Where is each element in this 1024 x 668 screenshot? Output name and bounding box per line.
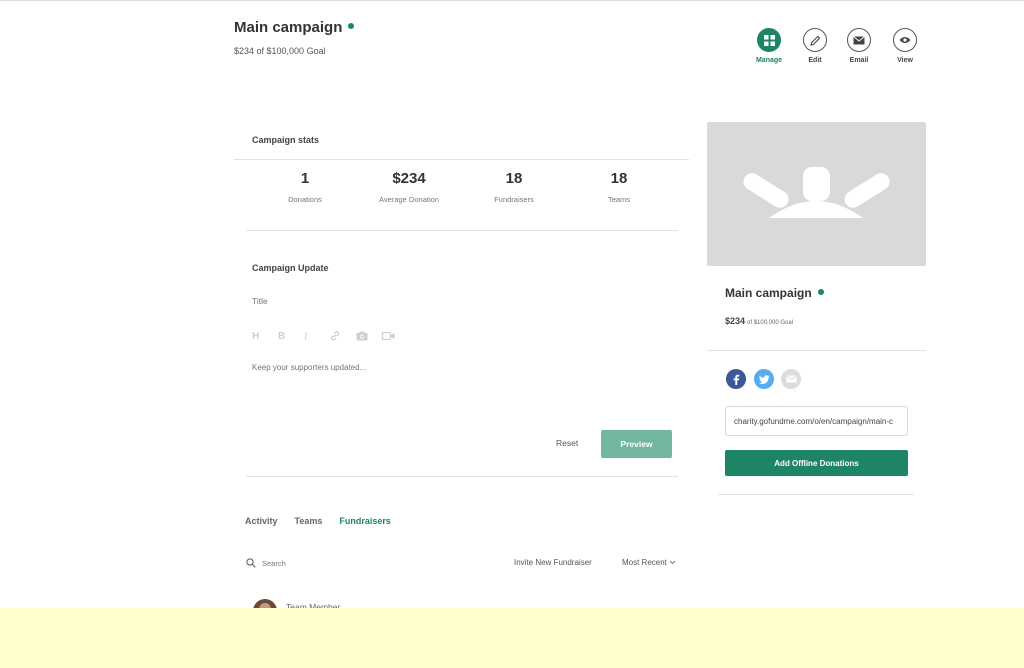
- camera-button[interactable]: [356, 329, 382, 343]
- update-divider: [246, 476, 678, 477]
- stat-teams: 18 Teams: [569, 170, 669, 204]
- campaign-title: Main campaign: [234, 19, 355, 36]
- tab-activity[interactable]: Activity: [245, 516, 278, 526]
- stats-divider-top: [234, 159, 689, 160]
- stat-value: 18: [610, 170, 628, 187]
- share-url-field[interactable]: [725, 406, 908, 436]
- bold-button[interactable]: B: [278, 329, 304, 343]
- edit-circle: [803, 28, 827, 52]
- add-offline-donations-button[interactable]: Add Offline Donations: [725, 450, 908, 476]
- status-dot: [348, 23, 355, 30]
- italic-icon: I: [304, 330, 308, 342]
- view-button[interactable]: View: [882, 28, 928, 64]
- invite-fundraiser-button[interactable]: Invite New Fundraiser: [514, 558, 592, 567]
- preview-button[interactable]: Preview: [601, 430, 672, 458]
- manage-circle: [757, 28, 781, 52]
- manage-button[interactable]: Manage: [746, 28, 792, 64]
- update-heading: Campaign Update: [252, 263, 329, 273]
- goal-suffix: of $100,000 Goal: [747, 320, 794, 326]
- sidebar-status-dot: [817, 288, 824, 295]
- pencil-icon: [809, 35, 820, 46]
- envelope-icon: [853, 35, 865, 44]
- sort-dropdown[interactable]: Most Recent: [622, 558, 676, 567]
- sidebar-campaign-title: Main campaign: [725, 286, 824, 300]
- stat-fundraisers: 18 Fundraisers: [464, 170, 564, 204]
- stat-average-donation: $234 Average Donation: [359, 170, 459, 204]
- fundraiser-search: [246, 558, 412, 568]
- video-button[interactable]: [382, 329, 408, 343]
- twitter-icon: [758, 374, 769, 384]
- stat-label: Fundraisers: [494, 195, 534, 204]
- stat-value: 1: [300, 170, 310, 187]
- sidebar-raised: $234 of $100,000 Goal: [725, 316, 793, 326]
- email-button[interactable]: Email: [836, 28, 882, 64]
- camera-icon: [356, 331, 368, 341]
- stats-divider-bottom: [246, 230, 678, 231]
- stat-label: Donations: [288, 195, 322, 204]
- stat-value: 18: [505, 170, 523, 187]
- notice-bar: [0, 608, 1024, 668]
- twitter-share-button[interactable]: [754, 369, 774, 389]
- view-circle: [893, 28, 917, 52]
- reset-button[interactable]: Reset: [556, 438, 578, 448]
- search-input[interactable]: [262, 558, 412, 568]
- update-title-input[interactable]: [252, 296, 672, 306]
- manage-label: Manage: [755, 57, 783, 64]
- stat-label: Teams: [607, 195, 631, 204]
- video-icon: [382, 331, 395, 341]
- email-share-icon: [785, 375, 797, 383]
- tab-teams[interactable]: Teams: [295, 516, 323, 526]
- heading-button[interactable]: H: [252, 329, 278, 343]
- chevron-down-icon: [669, 560, 676, 565]
- tab-fundraisers[interactable]: Fundraisers: [339, 516, 391, 526]
- stat-donations: 1 Donations: [255, 170, 355, 204]
- sidebar-divider-top: [707, 350, 926, 351]
- search-icon: [246, 558, 256, 568]
- edit-label: Edit: [808, 57, 822, 64]
- stats-heading: Campaign stats: [252, 135, 320, 145]
- top-border: [0, 0, 1024, 1]
- facebook-icon: [733, 374, 740, 385]
- email-label: Email: [849, 57, 869, 64]
- campaign-image-placeholder: [707, 122, 926, 266]
- editor-toolbar: H B I: [252, 329, 408, 343]
- sort-label: Most Recent: [622, 558, 667, 567]
- heading-icon: H: [252, 330, 260, 342]
- update-body-input[interactable]: [252, 363, 672, 413]
- eye-icon: [899, 37, 911, 43]
- italic-button[interactable]: I: [304, 329, 330, 343]
- link-button[interactable]: [330, 329, 356, 343]
- campaign-goal: $234 of $100,000 Goal: [234, 46, 326, 56]
- stat-value: $234: [392, 170, 426, 187]
- email-circle: [847, 28, 871, 52]
- bold-icon: B: [278, 330, 286, 342]
- edit-button[interactable]: Edit: [792, 28, 838, 64]
- tab-bar: Activity Teams Fundraisers: [245, 516, 408, 526]
- sidebar-title-text: Main campaign: [725, 286, 812, 300]
- email-share-button[interactable]: [781, 369, 801, 389]
- raised-amount: $234: [725, 316, 746, 326]
- stat-label: Average Donation: [379, 195, 439, 204]
- sidebar-divider-bottom: [718, 494, 914, 495]
- link-icon: [330, 331, 340, 341]
- action-bar: Manage Edit Email View: [744, 28, 926, 70]
- view-label: View: [897, 57, 913, 64]
- facebook-share-button[interactable]: [726, 369, 746, 389]
- campaign-title-text: Main campaign: [234, 19, 343, 36]
- placeholder-people-icon: [743, 167, 890, 218]
- grid-icon: [763, 34, 775, 46]
